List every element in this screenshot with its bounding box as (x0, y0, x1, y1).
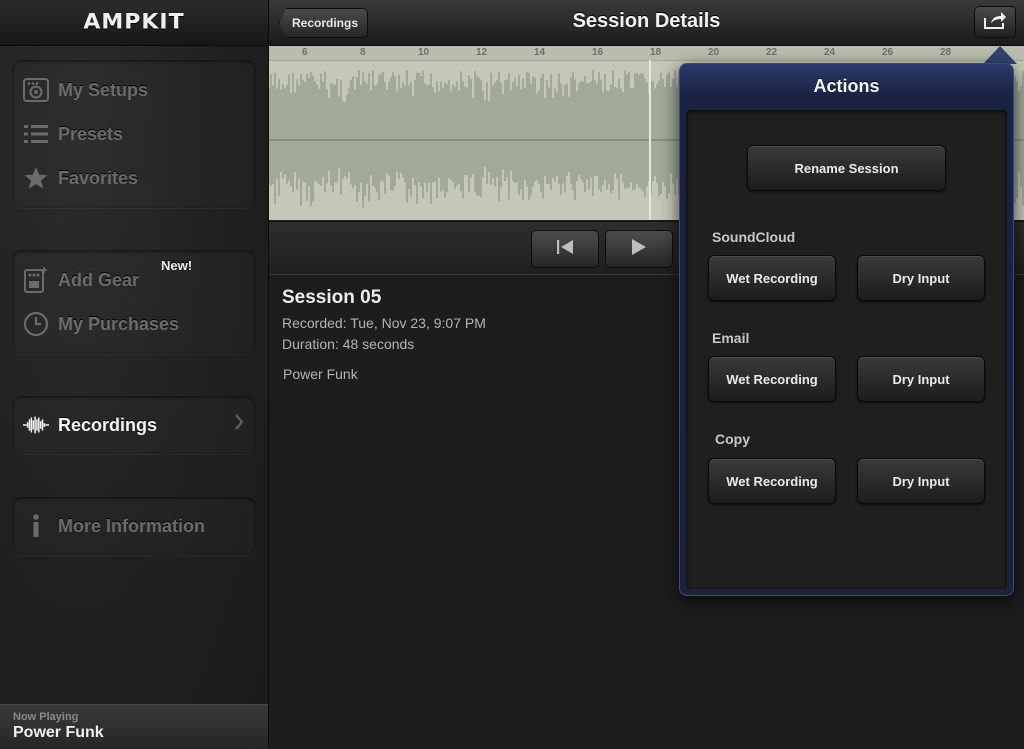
play-button[interactable] (605, 230, 673, 268)
sidebar-group-library: My Setups Presets Favorites (12, 60, 256, 208)
copy-dry-input-button[interactable]: Dry Input (857, 458, 985, 504)
skip-back-icon (556, 239, 574, 259)
sidebar-item-label: My Purchases (58, 313, 180, 334)
play-icon (632, 238, 646, 260)
sidebar-item-label: More Information (58, 515, 205, 536)
sidebar-item-presets[interactable]: Presets (22, 114, 250, 154)
ruler-tick-label: 6 (302, 47, 308, 58)
now-playing-title: Power Funk (13, 724, 104, 741)
copy-wet-recording-button[interactable]: Wet Recording (708, 458, 836, 504)
session-details: Session 05 Recorded: Tue, Nov 23, 9:07 P… (282, 287, 662, 382)
chevron-right-icon (234, 414, 244, 435)
ruler-tick-label: 14 (534, 47, 546, 58)
sidebar-item-label: Add Gear (58, 269, 140, 290)
session-recorded-date: Recorded: Tue, Nov 23, 9:07 PM (282, 315, 486, 331)
ruler-tick-label: 8 (360, 47, 366, 58)
ruler-tick-label: 28 (940, 47, 952, 58)
session-duration: Duration: 48 seconds (282, 336, 415, 352)
ruler-tick-label: 20 (708, 47, 720, 58)
sidebar-item-label: Recordings (58, 414, 158, 435)
now-playing-label: Now Playing (13, 711, 79, 723)
ruler-tick-label: 12 (476, 47, 488, 58)
sidebar-item-favorites[interactable]: Favorites (22, 158, 250, 198)
popover-arrow (983, 46, 1017, 64)
sidebar-item-more-information[interactable]: More Information (22, 506, 250, 546)
sidebar-item-add-gear[interactable]: Add Gear New! (22, 258, 250, 300)
sidebar-group-recordings: Recordings (12, 396, 256, 454)
soundcloud-wet-recording-button[interactable]: Wet Recording (708, 255, 836, 301)
sidebar-item-label: Presets (58, 123, 124, 144)
ruler-tick-label: 26 (882, 47, 894, 58)
ruler-tick-label: 18 (650, 47, 662, 58)
soundcloud-section-label: SoundCloud (712, 229, 796, 245)
sidebar-header: AMPKIT (0, 0, 268, 46)
soundcloud-dry-input-button[interactable]: Dry Input (857, 255, 985, 301)
skip-back-button[interactable] (531, 230, 599, 268)
popover-title: Actions (813, 76, 880, 96)
navigation-bar: Recordings Session Details (269, 0, 1024, 46)
sidebar-group-store: Add Gear New! My Purchases (12, 250, 256, 354)
popover-body: Rename Session SoundCloud Wet Recording … (686, 110, 1007, 589)
app-logo: AMPKIT (83, 10, 185, 35)
page-title: Session Details (572, 10, 721, 32)
sidebar-item-my-purchases[interactable]: My Purchases (22, 304, 250, 344)
waveform-icon (22, 411, 50, 439)
email-dry-input-button[interactable]: Dry Input (857, 356, 985, 402)
email-section-label: Email (712, 330, 750, 346)
ruler-tick-label: 24 (824, 47, 836, 58)
list-icon (22, 120, 50, 148)
share-icon (983, 11, 1007, 34)
clock-icon (22, 310, 50, 338)
session-title: Session 05 (282, 287, 382, 308)
info-icon (22, 512, 50, 540)
share-button[interactable] (974, 6, 1016, 38)
star-icon (22, 164, 50, 192)
ruler-tick-label: 10 (418, 47, 430, 58)
time-ruler: 6 8 10 12 14 16 18 20 22 24 26 28 (269, 46, 1024, 61)
sidebar-item-my-setups[interactable]: My Setups (22, 70, 250, 110)
email-wet-recording-button[interactable]: Wet Recording (708, 356, 836, 402)
pedal-icon (22, 266, 50, 294)
ruler-tick-label: 22 (766, 47, 778, 58)
sidebar-item-label: My Setups (58, 79, 149, 100)
sidebar: AMPKIT My Setups Presets Favorites Add G… (0, 0, 269, 749)
rename-session-button[interactable]: Rename Session (747, 145, 946, 191)
new-badge: New! (161, 258, 193, 273)
sidebar-group-info: More Information (12, 497, 256, 555)
actions-popover: Actions Rename Session SoundCloud Wet Re… (679, 63, 1014, 596)
ruler-tick-label: 16 (592, 47, 604, 58)
copy-section-label: Copy (715, 431, 750, 447)
sidebar-item-label: Favorites (58, 167, 139, 188)
session-preset: Power Funk (283, 366, 358, 382)
now-playing-bar[interactable]: Now Playing Power Funk (0, 704, 268, 749)
sidebar-item-recordings[interactable]: Recordings (22, 405, 250, 445)
amp-setup-icon (22, 76, 50, 104)
